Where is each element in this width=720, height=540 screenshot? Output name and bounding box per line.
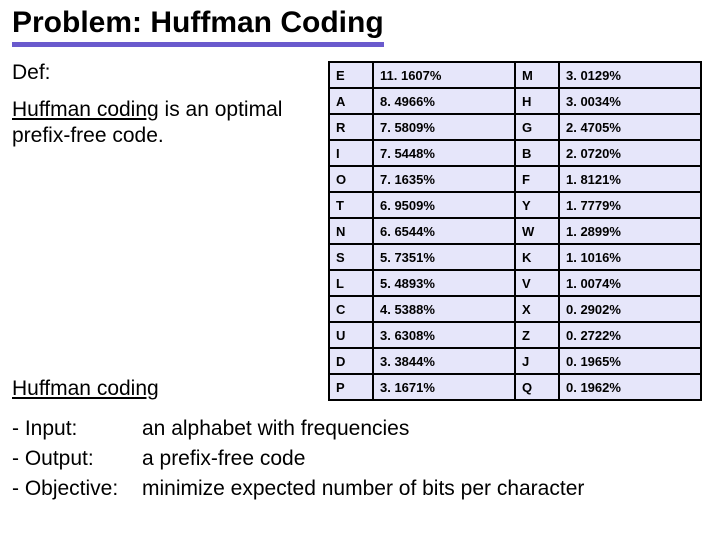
letter-cell: C xyxy=(329,296,373,322)
percent-cell: 0. 2902% xyxy=(559,296,701,322)
percent-cell: 7. 1635% xyxy=(373,166,515,192)
definition-label: Def: xyxy=(12,61,312,85)
percent-cell: 1. 0074% xyxy=(559,270,701,296)
percent-cell: 1. 7779% xyxy=(559,192,701,218)
table-row: D3. 3844%J0. 1965% xyxy=(329,348,701,374)
input-text: an alphabet with frequencies xyxy=(142,417,409,441)
table-row: P3. 1671%Q0. 1962% xyxy=(329,374,701,400)
percent-cell: 3. 0034% xyxy=(559,88,701,114)
percent-cell: 6. 9509% xyxy=(373,192,515,218)
percent-cell: 5. 4893% xyxy=(373,270,515,296)
definition-term: Huffman coding xyxy=(12,98,159,121)
table-row: R7. 5809%G2. 4705% xyxy=(329,114,701,140)
percent-cell: 3. 3844% xyxy=(373,348,515,374)
output-label: - Output: xyxy=(12,447,142,471)
letter-cell: Z xyxy=(515,322,559,348)
frequency-table-wrap: E11. 1607%M3. 0129%A8. 4966%H3. 0034%R7.… xyxy=(328,61,708,401)
output-row: - Output: a prefix-free code xyxy=(12,447,708,471)
letter-cell: R xyxy=(329,114,373,140)
letter-cell: P xyxy=(329,374,373,400)
letter-cell: W xyxy=(515,218,559,244)
objective-text: minimize expected number of bits per cha… xyxy=(142,477,584,501)
percent-cell: 8. 4966% xyxy=(373,88,515,114)
table-row: N6. 6544%W1. 2899% xyxy=(329,218,701,244)
left-column: Def: Huffman coding is an optimal prefix… xyxy=(12,61,312,401)
letter-cell: X xyxy=(515,296,559,322)
table-row: I7. 5448%B2. 0720% xyxy=(329,140,701,166)
percent-cell: 4. 5388% xyxy=(373,296,515,322)
letter-cell: K xyxy=(515,244,559,270)
table-row: O7. 1635%F1. 8121% xyxy=(329,166,701,192)
letter-cell: Q xyxy=(515,374,559,400)
footer-link: Huffman coding xyxy=(12,377,312,401)
letter-cell: G xyxy=(515,114,559,140)
percent-cell: 0. 1962% xyxy=(559,374,701,400)
table-row: C4. 5388%X0. 2902% xyxy=(329,296,701,322)
letter-cell: L xyxy=(329,270,373,296)
percent-cell: 3. 6308% xyxy=(373,322,515,348)
main-layout: Def: Huffman coding is an optimal prefix… xyxy=(12,61,708,401)
slide-title: Problem: Huffman Coding xyxy=(12,6,384,47)
letter-cell: F xyxy=(515,166,559,192)
table-row: E11. 1607%M3. 0129% xyxy=(329,62,701,88)
table-row: A8. 4966%H3. 0034% xyxy=(329,88,701,114)
frequency-table: E11. 1607%M3. 0129%A8. 4966%H3. 0034%R7.… xyxy=(328,61,702,401)
letter-cell: N xyxy=(329,218,373,244)
percent-cell: 1. 8121% xyxy=(559,166,701,192)
bottom-list: - Input: an alphabet with frequencies - … xyxy=(12,417,708,501)
letter-cell: O xyxy=(329,166,373,192)
letter-cell: D xyxy=(329,348,373,374)
percent-cell: 2. 4705% xyxy=(559,114,701,140)
input-label: - Input: xyxy=(12,417,142,441)
table-row: S5. 7351%K1. 1016% xyxy=(329,244,701,270)
percent-cell: 0. 1965% xyxy=(559,348,701,374)
letter-cell: U xyxy=(329,322,373,348)
letter-cell: S xyxy=(329,244,373,270)
percent-cell: 1. 1016% xyxy=(559,244,701,270)
letter-cell: I xyxy=(329,140,373,166)
table-row: T6. 9509%Y1. 7779% xyxy=(329,192,701,218)
objective-row: - Objective: minimize expected number of… xyxy=(12,477,708,501)
table-row: L5. 4893%V1. 0074% xyxy=(329,270,701,296)
percent-cell: 7. 5809% xyxy=(373,114,515,140)
letter-cell: T xyxy=(329,192,373,218)
letter-cell: B xyxy=(515,140,559,166)
percent-cell: 0. 2722% xyxy=(559,322,701,348)
letter-cell: H xyxy=(515,88,559,114)
output-text: a prefix-free code xyxy=(142,447,305,471)
percent-cell: 3. 1671% xyxy=(373,374,515,400)
objective-label: - Objective: xyxy=(12,477,142,501)
letter-cell: J xyxy=(515,348,559,374)
table-row: U3. 6308%Z0. 2722% xyxy=(329,322,701,348)
letter-cell: M xyxy=(515,62,559,88)
letter-cell: Y xyxy=(515,192,559,218)
percent-cell: 2. 0720% xyxy=(559,140,701,166)
letter-cell: V xyxy=(515,270,559,296)
slide: Problem: Huffman Coding Def: Huffman cod… xyxy=(0,0,720,519)
letter-cell: E xyxy=(329,62,373,88)
definition-body: Huffman coding is an optimal prefix-free… xyxy=(12,97,312,150)
percent-cell: 11. 1607% xyxy=(373,62,515,88)
percent-cell: 1. 2899% xyxy=(559,218,701,244)
percent-cell: 7. 5448% xyxy=(373,140,515,166)
input-row: - Input: an alphabet with frequencies xyxy=(12,417,708,441)
percent-cell: 3. 0129% xyxy=(559,62,701,88)
letter-cell: A xyxy=(329,88,373,114)
percent-cell: 5. 7351% xyxy=(373,244,515,270)
percent-cell: 6. 6544% xyxy=(373,218,515,244)
